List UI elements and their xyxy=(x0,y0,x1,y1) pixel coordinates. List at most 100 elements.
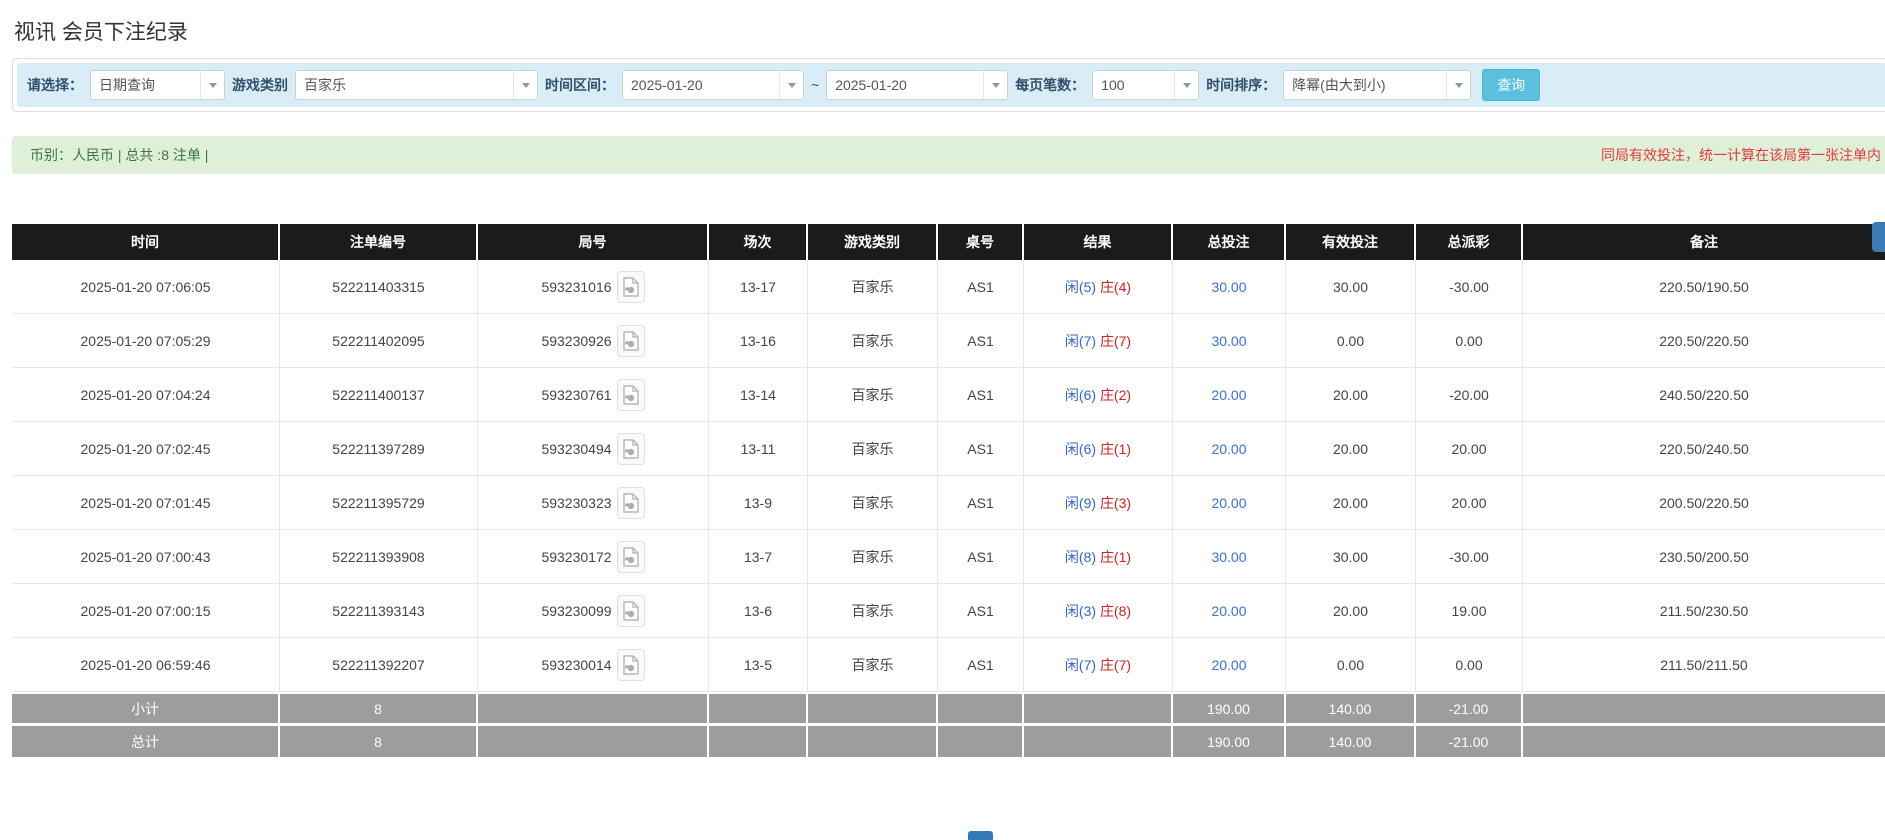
pagination-page-button[interactable] xyxy=(968,831,993,840)
result-cell: 闲(6) 庄(1) xyxy=(1024,422,1173,476)
note-cell: 220.50/240.50 xyxy=(1523,422,1885,476)
valid-bet-cell: 0.00 xyxy=(1286,638,1416,692)
payout-cell: 0.00 xyxy=(1416,638,1523,692)
date-range-separator: ~ xyxy=(811,77,820,93)
note-cell: 240.50/220.50 xyxy=(1523,368,1885,422)
round-no-cell: 593230172 xyxy=(478,530,709,584)
video-replay-icon[interactable] xyxy=(616,540,645,573)
table-no-cell: AS1 xyxy=(938,368,1024,422)
table-no-cell: AS1 xyxy=(938,260,1024,314)
chevron-down-icon[interactable] xyxy=(200,71,224,99)
bet-no-cell: 522211393908 xyxy=(280,530,478,584)
table-row: 2025-01-20 07:04:24 522211400137 593230761… xyxy=(12,368,1885,422)
result-player: 闲(6) xyxy=(1064,440,1097,457)
time-cell: 2025-01-20 07:04:24 xyxy=(12,368,280,422)
total-valid-bet: 140.00 xyxy=(1286,726,1416,760)
video-replay-icon[interactable] xyxy=(616,378,645,411)
total-bet-link[interactable]: 20.00 xyxy=(1211,603,1246,619)
session-cell: 13-7 xyxy=(709,530,808,584)
table-no-cell: AS1 xyxy=(938,314,1024,368)
video-replay-icon[interactable] xyxy=(616,324,645,357)
round-no-cell: 593230926 xyxy=(478,314,709,368)
header-cell: 总投注 xyxy=(1173,224,1286,260)
game-type-combobox[interactable]: 百家乐 xyxy=(295,70,538,100)
result-player: 闲(3) xyxy=(1064,602,1097,619)
session-cell: 13-6 xyxy=(709,584,808,638)
round-no-cell: 593230323 xyxy=(478,476,709,530)
round-no-text: 593231016 xyxy=(541,278,612,295)
chevron-down-icon[interactable] xyxy=(513,71,537,99)
table-row: 2025-01-20 07:05:29 522211402095 593230926… xyxy=(12,314,1885,368)
game-type-cell: 百家乐 xyxy=(808,260,938,314)
round-no-text: 593230014 xyxy=(541,656,612,673)
total-bet-link[interactable]: 30.00 xyxy=(1211,279,1246,295)
subtotal-valid-bet: 140.00 xyxy=(1286,692,1416,726)
result-player: 闲(8) xyxy=(1064,548,1097,565)
total-row: 总计 8 190.00 140.00 -21.00 xyxy=(12,726,1885,760)
header-cell: 时间 xyxy=(12,224,280,260)
table-no-cell: AS1 xyxy=(938,476,1024,530)
result-cell: 闲(9) 庄(3) xyxy=(1024,476,1173,530)
total-bet-link[interactable]: 20.00 xyxy=(1211,387,1246,403)
payout-cell: 19.00 xyxy=(1416,584,1523,638)
video-replay-icon[interactable] xyxy=(616,648,645,681)
total-bet-link[interactable]: 30.00 xyxy=(1211,549,1246,565)
game-type-cell: 百家乐 xyxy=(808,422,938,476)
session-cell: 13-14 xyxy=(709,368,808,422)
video-replay-icon[interactable] xyxy=(616,594,645,627)
filter-bar: 请选择： 日期查询 游戏类别 百家乐 时间区间： 2025-01-20 ~ 20… xyxy=(17,63,1885,107)
payout-cell: 20.00 xyxy=(1416,422,1523,476)
filter-label-select: 请选择： xyxy=(27,77,83,93)
video-replay-icon[interactable] xyxy=(616,270,645,303)
note-cell: 211.50/211.50 xyxy=(1523,638,1885,692)
chevron-down-icon[interactable] xyxy=(1446,71,1471,99)
table-body: 2025-01-20 07:06:05 522211403315 593231016… xyxy=(12,260,1885,692)
table-no-cell: AS1 xyxy=(938,422,1024,476)
bet-no-cell: 522211402095 xyxy=(280,314,478,368)
time-cell: 2025-01-20 07:01:45 xyxy=(12,476,280,530)
result-banker: 庄(7) xyxy=(1099,332,1132,349)
date-from-value: 2025-01-20 xyxy=(631,77,703,93)
chevron-down-icon[interactable] xyxy=(1174,71,1199,99)
bet-no-cell: 522211403315 xyxy=(280,260,478,314)
total-bet-link[interactable]: 20.00 xyxy=(1211,495,1246,511)
table-no-cell: AS1 xyxy=(938,530,1024,584)
date-from-combobox[interactable]: 2025-01-20 xyxy=(622,70,804,100)
result-player: 闲(6) xyxy=(1064,386,1097,403)
result-banker: 庄(7) xyxy=(1099,656,1132,673)
page-size-combobox[interactable]: 100 xyxy=(1092,70,1200,100)
game-type-cell: 百家乐 xyxy=(808,584,938,638)
bet-no-cell: 522211393143 xyxy=(280,584,478,638)
total-bet-link[interactable]: 30.00 xyxy=(1211,333,1246,349)
round-no-cell: 593230099 xyxy=(478,584,709,638)
table-row: 2025-01-20 07:00:43 522211393908 593230172… xyxy=(12,530,1885,584)
payout-cell: 0.00 xyxy=(1416,314,1523,368)
time-cell: 2025-01-20 07:02:45 xyxy=(12,422,280,476)
round-no-cell: 593230761 xyxy=(478,368,709,422)
valid-bet-cell: 20.00 xyxy=(1286,368,1416,422)
currency-summary-text: 币别：人民币 | 总共 :8 注单 | xyxy=(30,147,209,163)
filter-label-page-size: 每页笔数： xyxy=(1015,77,1086,93)
header-cell: 备注 xyxy=(1523,224,1885,260)
total-bet-link[interactable]: 20.00 xyxy=(1211,441,1246,457)
valid-bet-note-text: 同局有效投注，统一计算在该局第一张注单内 xyxy=(1601,147,1881,163)
round-no-text: 593230172 xyxy=(541,548,612,565)
summary-bar: 币别：人民币 | 总共 :8 注单 | 同局有效投注，统一计算在该局第一张注单内 xyxy=(12,136,1885,174)
time-cell: 2025-01-20 06:59:46 xyxy=(12,638,280,692)
game-type-cell: 百家乐 xyxy=(808,638,938,692)
search-button[interactable]: 查询 xyxy=(1482,69,1541,101)
video-replay-icon[interactable] xyxy=(616,486,645,519)
chevron-down-icon[interactable] xyxy=(779,71,803,99)
sort-value: 降幂(由大到小) xyxy=(1292,77,1386,93)
sort-combobox[interactable]: 降幂(由大到小) xyxy=(1283,70,1472,100)
chevron-down-icon[interactable] xyxy=(983,71,1008,99)
query-type-value: 日期查询 xyxy=(99,77,155,93)
total-bet-cell: 30.00 xyxy=(1173,530,1286,584)
table-row: 2025-01-20 07:06:05 522211403315 593231016… xyxy=(12,260,1885,314)
total-bet-link[interactable]: 20.00 xyxy=(1211,657,1246,673)
query-type-combobox[interactable]: 日期查询 xyxy=(90,70,225,100)
date-to-combobox[interactable]: 2025-01-20 xyxy=(826,70,1009,100)
export-button[interactable] xyxy=(1872,222,1885,252)
video-replay-icon[interactable] xyxy=(616,432,645,465)
game-type-cell: 百家乐 xyxy=(808,368,938,422)
